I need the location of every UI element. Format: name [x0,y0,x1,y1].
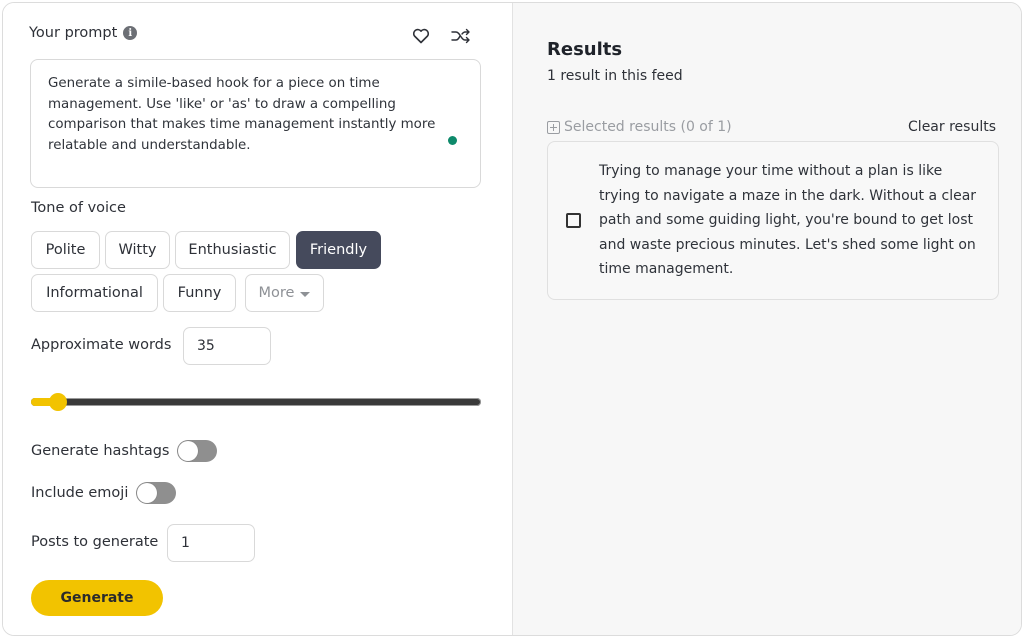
words-value: 35 [197,338,215,354]
words-input[interactable]: 35 [183,327,271,365]
emoji-label: Include emoji [31,485,129,501]
slider-track [31,398,481,406]
info-icon[interactable]: i [123,26,138,40]
slider-thumb[interactable] [49,393,67,411]
caret-down-icon [300,291,311,297]
toggle-knob [137,483,158,503]
selected-results-toggle[interactable]: Selected results (0 of 1) [547,119,732,135]
clear-results-button[interactable]: Clear results [908,119,996,135]
tone-chip-witty[interactable]: Witty [105,231,170,269]
app-frame: Your prompt i Generate a simile-based ho… [2,2,1022,636]
plus-box-icon [547,120,560,134]
emoji-toggle[interactable] [136,482,177,504]
prompt-header: Your prompt i [29,25,138,41]
tone-more-dropdown[interactable]: More [245,274,324,312]
tone-chip-friendly[interactable]: Friendly [296,231,381,269]
tone-chip-enthusiastic[interactable]: Enthusiastic [175,231,290,269]
shuffle-icon[interactable] [450,25,472,47]
result-checkbox[interactable] [566,213,581,228]
heart-icon[interactable] [410,25,432,47]
words-label: Approximate words [31,337,172,353]
prompt-text: Generate a simile-based hook for a piece… [48,76,436,153]
more-label: More [258,285,295,301]
tone-label: Tone of voice [31,200,126,216]
results-title: Results [547,39,623,60]
result-card: Trying to manage your time without a pla… [547,141,999,300]
generate-button[interactable]: Generate [31,580,163,616]
prompt-textarea[interactable]: Generate a simile-based hook for a piece… [30,59,481,188]
status-dot-icon [448,136,457,145]
prompt-panel: Your prompt i Generate a simile-based ho… [3,3,513,635]
tone-chip-informational[interactable]: Informational [31,274,158,312]
posts-label: Posts to generate [31,534,159,550]
results-count: 1 result in this feed [547,68,683,84]
toggle-knob [178,441,199,461]
prompt-label: Your prompt [29,25,118,41]
hashtags-label: Generate hashtags [31,443,170,459]
words-slider[interactable] [31,393,481,411]
posts-input[interactable]: 1 [167,524,255,562]
results-panel: Results 1 result in this feed Selected r… [513,3,1021,635]
posts-value: 1 [181,535,190,551]
emoji-toggle-row: Include emoji [31,482,177,504]
hashtags-toggle[interactable] [177,440,218,462]
hashtags-toggle-row: Generate hashtags [31,440,218,462]
selected-results-label: Selected results (0 of 1) [564,119,732,135]
tone-chip-polite[interactable]: Polite [31,231,100,269]
tone-chip-funny[interactable]: Funny [163,274,236,312]
result-text: Trying to manage your time without a pla… [599,163,977,277]
